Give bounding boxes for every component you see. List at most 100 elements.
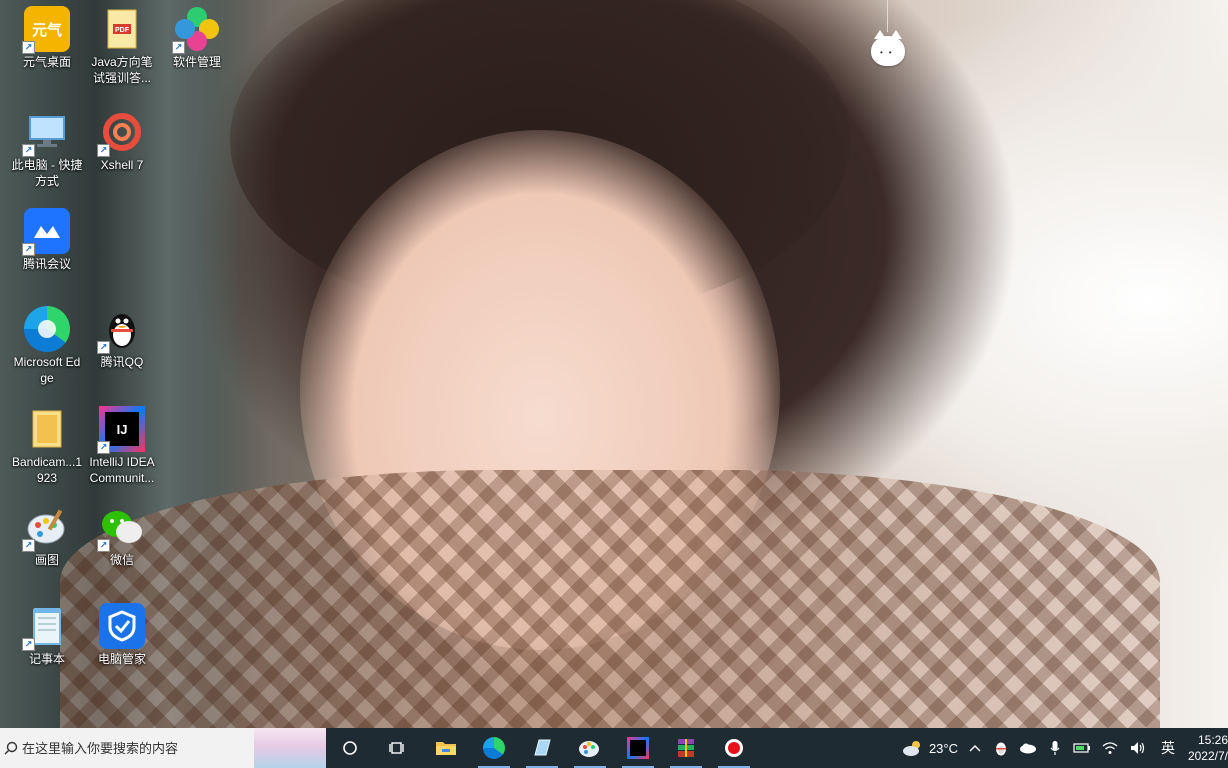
desktop-icon-label: IntelliJ IDEA Communit... <box>89 455 155 485</box>
search-input[interactable] <box>22 740 242 756</box>
desktop-icon-edge[interactable]: Microsoft Edge <box>9 300 85 396</box>
task-view-icon <box>389 742 404 754</box>
svg-text:PDF: PDF <box>115 27 130 34</box>
desktop-icon-this-pc[interactable]: ↗ 此电脑 - 快捷方式 <box>9 103 85 199</box>
edge-icon <box>483 737 505 759</box>
yuanqi-icon: 元气 ↗ <box>22 6 70 54</box>
intellij-icon <box>627 737 649 759</box>
tencent-meeting-icon: ↗ <box>22 208 70 256</box>
winrar-icon <box>678 739 694 757</box>
desktop-icon-bandicam[interactable]: Bandicam...1923 <box>9 400 85 496</box>
intellij-icon-glyph: IJ <box>105 412 139 446</box>
desktop-icon-label: Xshell 7 <box>100 158 144 172</box>
desktop-icon-label: Bandicam...1923 <box>11 455 83 485</box>
desktop-icon-intellij[interactable]: IJ ↗ IntelliJ IDEA Communit... <box>84 400 160 496</box>
shortcut-arrow-icon: ↗ <box>97 441 110 454</box>
cloudy-weather-icon <box>902 741 920 756</box>
desktop-icon-pc-manager[interactable]: 电脑管家 <box>84 597 160 693</box>
taskbar-search-box[interactable] <box>0 728 326 768</box>
edge-button[interactable] <box>470 728 518 768</box>
desktop-icon-yuanqi[interactable]: 元气 ↗ 元气桌面 <box>9 0 85 96</box>
winrar-button[interactable] <box>662 728 710 768</box>
weather-temperature: 23°C <box>928 740 958 756</box>
desktop-icon-tencent-meeting[interactable]: ↗ 腾讯会议 <box>9 202 85 298</box>
cortana-button[interactable] <box>326 728 374 768</box>
notepad-icon <box>534 739 551 756</box>
intellij-button[interactable] <box>614 728 662 768</box>
cortana-icon <box>343 741 357 755</box>
pc-manager-icon <box>99 603 145 649</box>
shortcut-arrow-icon: ↗ <box>172 41 185 54</box>
desktop-icon-notepad[interactable]: ↗ 记事本 <box>9 597 85 693</box>
intellij-icon: IJ ↗ <box>97 406 145 454</box>
desktop-icon-label: 元气桌面 <box>22 55 71 69</box>
record-icon <box>725 739 743 757</box>
tray-overflow-button[interactable] <box>962 728 988 768</box>
cat-string <box>887 0 888 32</box>
desktop-icon-xshell[interactable]: ↗ Xshell 7 <box>84 103 160 199</box>
taskbar-clock[interactable]: 15:26 2022/7/ <box>1184 732 1228 764</box>
chevron-up-icon <box>969 745 981 752</box>
shortcut-arrow-icon: ↗ <box>97 144 110 157</box>
system-tray: 23°C 英 15:26 2022/7/ <box>897 728 1228 768</box>
file-explorer-button[interactable] <box>422 728 470 768</box>
tray-network-button[interactable] <box>1096 728 1124 768</box>
microphone-icon <box>1050 741 1060 755</box>
paint-icon <box>579 741 599 757</box>
qq-penguin-icon: ↗ <box>97 306 145 354</box>
xshell-icon: ↗ <box>97 109 145 157</box>
clock-time: 15:26 <box>1197 733 1228 747</box>
folder-icon <box>24 406 70 452</box>
paint-icon: ↗ <box>22 504 70 552</box>
desktop-icon-software-manager[interactable]: ↗ 软件管理 <box>159 0 235 96</box>
notepad-button[interactable] <box>518 728 566 768</box>
recorder-button[interactable] <box>710 728 758 768</box>
folder-icon <box>436 742 456 755</box>
desktop-icon-label: 此电脑 - 快捷方式 <box>11 158 83 188</box>
shortcut-arrow-icon: ↗ <box>22 41 35 54</box>
desktop-icon-label: 腾讯QQ <box>100 355 144 369</box>
search-highlight-art <box>254 728 326 768</box>
shortcut-arrow-icon: ↗ <box>22 144 35 157</box>
desktop-icon-label: Java方向笔试强训答... <box>91 55 153 85</box>
desktop-icon-label: 电脑管家 <box>97 652 146 666</box>
desktop-icon-paint[interactable]: ↗ 画图 <box>9 498 85 594</box>
desktop-icon-label: 记事本 <box>28 652 65 666</box>
shortcut-arrow-icon: ↗ <box>22 539 35 552</box>
desktop-icon-qq[interactable]: ↗ 腾讯QQ <box>84 300 160 396</box>
input-method-indicator[interactable]: 英 <box>1152 728 1184 768</box>
search-icon <box>0 728 22 768</box>
clock-date: 2022/7/ <box>1187 749 1228 763</box>
tray-volume-button[interactable] <box>1124 728 1152 768</box>
shortcut-arrow-icon: ↗ <box>22 638 35 651</box>
shortcut-arrow-icon: ↗ <box>22 243 35 256</box>
edge-icon <box>24 306 70 352</box>
yuanqi-icon-glyph: 元气 <box>31 21 62 39</box>
desktop-icon-label: 腾讯会议 <box>22 257 71 271</box>
pdf-file-icon: PDF <box>99 6 145 52</box>
tray-microphone-button[interactable] <box>1042 728 1068 768</box>
desktop-icon-label: 软件管理 <box>172 55 221 69</box>
qq-penguin-icon <box>996 742 1006 756</box>
desktop-icon-label: 画图 <box>34 553 59 567</box>
paint-button[interactable] <box>566 728 614 768</box>
tray-onedrive-button[interactable] <box>1014 728 1042 768</box>
desktop-pet-cat-icon[interactable]: •• <box>871 30 905 66</box>
shortcut-arrow-icon: ↗ <box>97 341 110 354</box>
desktop-wallpaper: •• <box>0 0 1228 728</box>
desktop-icon-java-pdf[interactable]: PDF Java方向笔试强训答... <box>84 0 160 96</box>
tray-qq-button[interactable] <box>988 728 1014 768</box>
wallpaper-shirt <box>60 470 1160 728</box>
computer-icon: ↗ <box>22 109 70 157</box>
desktop-icon-label: 微信 <box>109 553 134 567</box>
tray-battery-button[interactable] <box>1068 728 1096 768</box>
task-view-button[interactable] <box>374 728 422 768</box>
wifi-icon <box>1102 742 1118 754</box>
desktop-icon-label: Microsoft Edge <box>13 355 81 385</box>
battery-icon <box>1073 743 1090 753</box>
cloud-icon <box>1020 743 1036 754</box>
taskbar: 23°C 英 15:26 2022/7/ <box>0 728 1228 768</box>
desktop-icon-wechat[interactable]: ↗ 微信 <box>84 498 160 594</box>
weather-widget[interactable]: 23°C <box>897 728 962 768</box>
shortcut-arrow-icon: ↗ <box>97 539 110 552</box>
